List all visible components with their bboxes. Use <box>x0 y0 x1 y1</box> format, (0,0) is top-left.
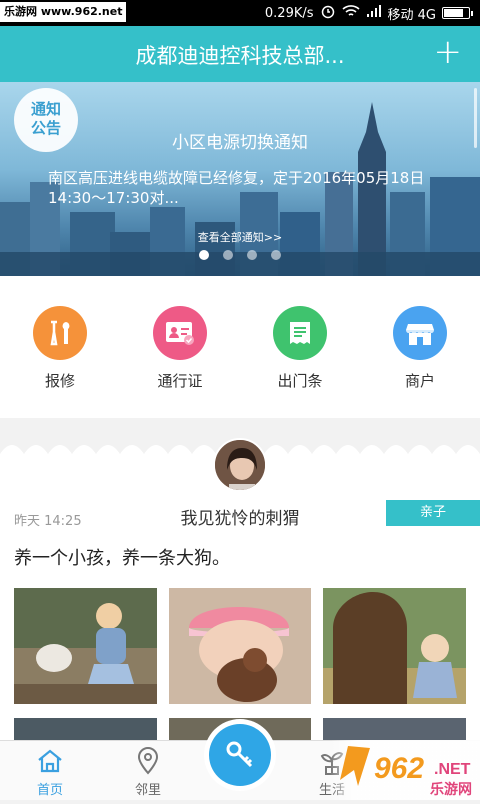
notice-title: 小区电源切换通知 <box>172 133 308 153</box>
alarm-icon <box>320 3 336 23</box>
pass-card-icon <box>166 322 194 345</box>
post-photo-1[interactable] <box>14 588 157 704</box>
signal-icon <box>366 4 382 22</box>
nav-label: 邻里 <box>134 783 161 798</box>
watermark-text: 乐游网 www.962.net <box>0 2 127 22</box>
photo-row <box>14 588 467 704</box>
nav-neighbors[interactable]: 邻里 <box>113 747 183 798</box>
post-photo-2[interactable] <box>168 588 312 704</box>
action-circle <box>33 306 87 360</box>
post-photo-6[interactable] <box>323 718 467 740</box>
watermark-logo: 962 .NET 乐游网 <box>330 740 480 800</box>
location-pin-icon <box>137 747 159 775</box>
battery-icon <box>442 7 473 19</box>
status-bar: 乐游网 www.962.net 0.29K/s 移动 4G <box>0 0 480 26</box>
pager-dot[interactable] <box>199 250 209 260</box>
action-label: 通行证 <box>157 372 203 390</box>
notice-banner[interactable]: 通知 公告 小区电源切换通知 南区高压进线电缆故障已经修复，定于2016年05月… <box>0 82 480 276</box>
network-speed: 0.29K/s <box>264 5 314 21</box>
feed-card[interactable]: 昨天 14:25 我见犹怜的刺猬 亲子 养一个小孩，养一条大狗。 <box>0 428 480 740</box>
action-label: 出门条 <box>277 372 323 390</box>
bottom-nav: 首页 邻里 生活 962 .NET 乐游网 <box>0 719 480 800</box>
action-label: 报修 <box>44 372 75 390</box>
svg-text:乐游网: 乐游网 <box>430 781 472 797</box>
svg-text:962: 962 <box>374 752 424 785</box>
home-icon <box>38 749 62 773</box>
wifi-icon <box>341 4 360 22</box>
add-button[interactable]: + <box>434 34 463 70</box>
pager-dot[interactable] <box>271 250 281 260</box>
action-circle <box>393 306 447 360</box>
key-icon <box>226 741 253 768</box>
nav-home[interactable]: 首页 <box>15 747 85 798</box>
action-merchant[interactable]: 商户 <box>370 306 470 418</box>
avatar[interactable] <box>213 438 267 492</box>
badge-line-1: 通知 <box>30 100 61 118</box>
action-exit-slip[interactable]: 出门条 <box>250 306 350 418</box>
repair-tools-icon <box>50 320 70 346</box>
carrier: 移动 4G <box>387 7 436 23</box>
post-text: 养一个小孩，养一条大狗。 <box>14 548 230 569</box>
action-repair[interactable]: 报修 <box>10 306 110 418</box>
action-circle <box>273 306 327 360</box>
notice-body: 南区高压进线电缆故障已经修复，定于2016年05月18日14:30～17:30对… <box>48 169 425 207</box>
post-photo-4[interactable] <box>14 718 157 740</box>
exit-slip-icon <box>290 322 310 344</box>
scroll-indicator <box>474 88 477 148</box>
action-label: 商户 <box>404 372 435 390</box>
store-icon <box>406 324 434 345</box>
post-photo-3[interactable] <box>323 588 467 704</box>
banner-pager <box>0 250 480 260</box>
app-header: 成都迪迪控科技总部... + <box>0 26 480 82</box>
action-circle <box>153 306 207 360</box>
pager-dot[interactable] <box>223 250 233 260</box>
view-all-notices-link[interactable]: 查看全部通知>> <box>0 229 480 245</box>
quick-actions: 报修 通行证 出门条 商户 <box>0 276 480 418</box>
community-title[interactable]: 成都迪迪控科技总部... <box>0 40 480 70</box>
nav-label: 首页 <box>36 783 63 798</box>
post-tag[interactable]: 亲子 <box>386 500 480 526</box>
open-door-key-button[interactable] <box>204 719 276 791</box>
svg-text:.NET: .NET <box>434 761 471 778</box>
pager-dot[interactable] <box>247 250 257 260</box>
status-indicators: 0.29K/s 移动 4G <box>264 0 473 26</box>
action-pass[interactable]: 通行证 <box>130 306 230 418</box>
